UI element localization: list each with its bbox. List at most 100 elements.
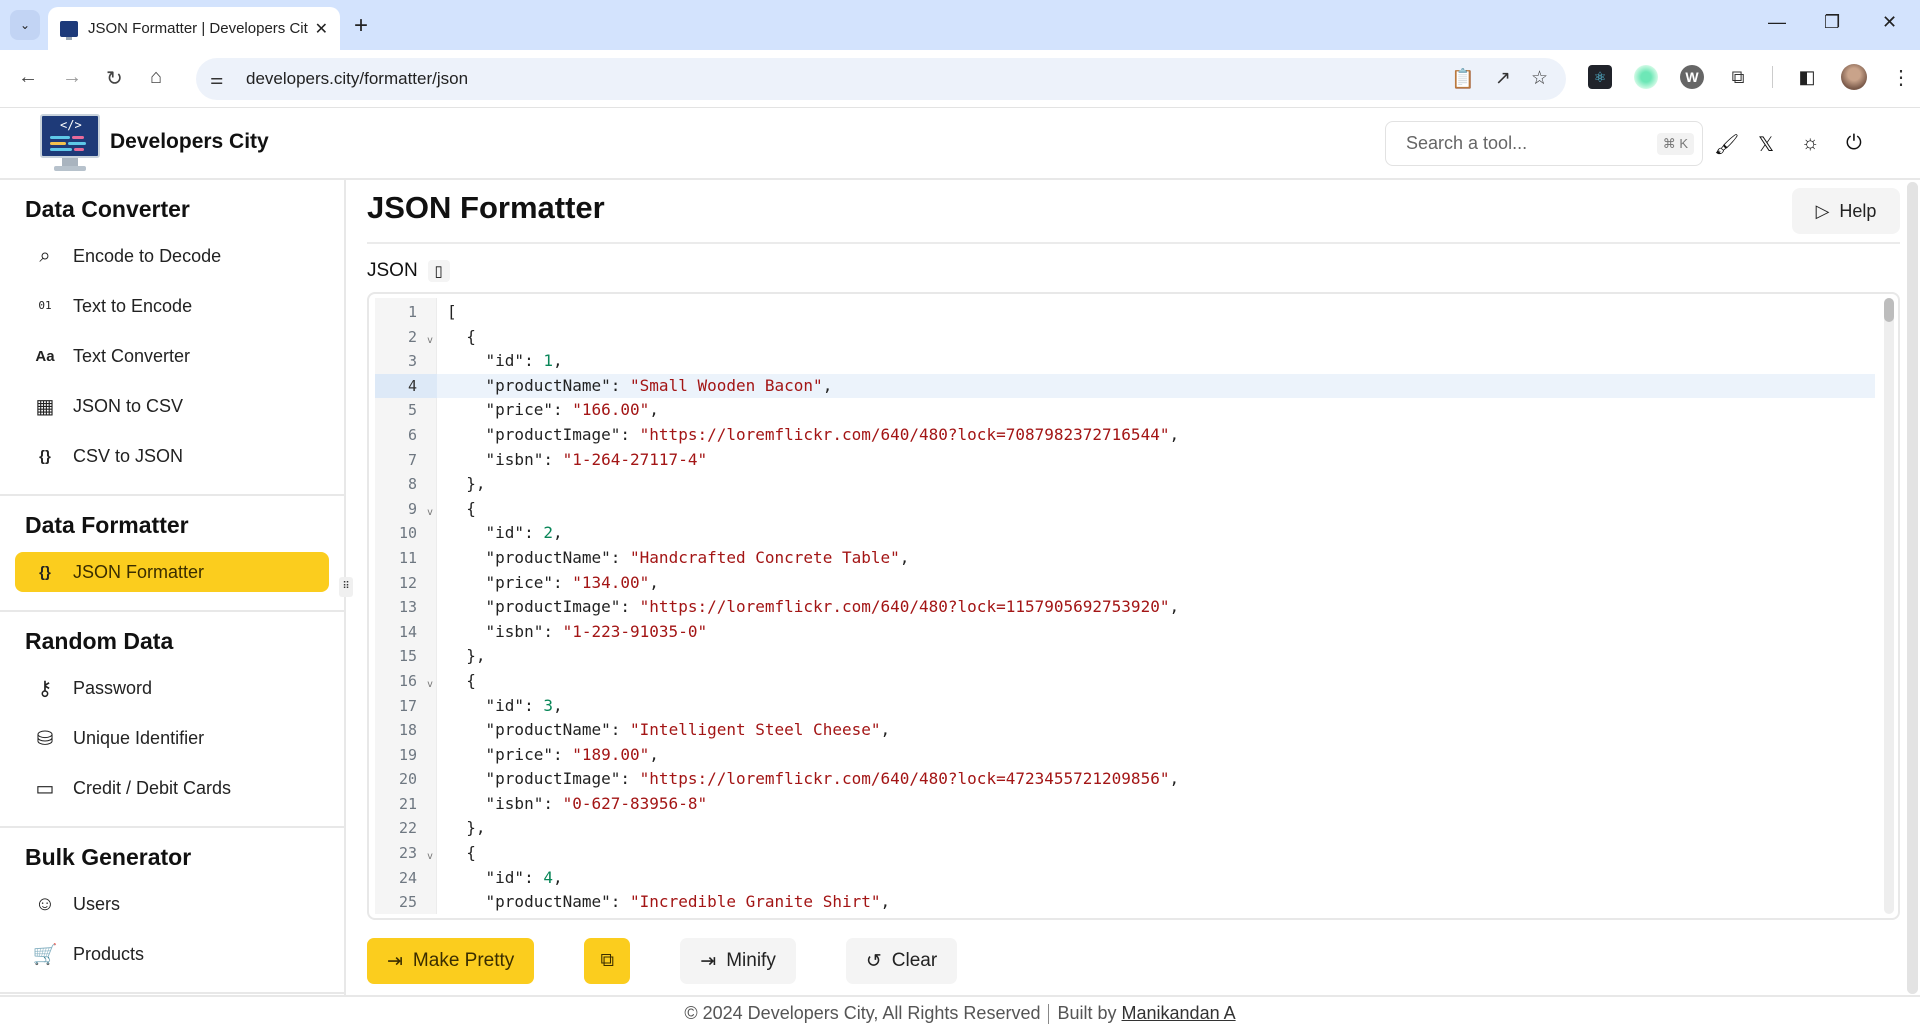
code-line[interactable]: 22 },	[375, 816, 1875, 841]
editor-scrollbar[interactable]	[1884, 298, 1894, 914]
bookmark-star-icon[interactable]: ☆	[1531, 67, 1548, 91]
page-scrollbar[interactable]	[1907, 182, 1918, 994]
json-editor[interactable]: 1[2 v {3 "id": 1, 4 "productName": "Small …	[367, 292, 1900, 920]
help-button[interactable]: ▷ Help	[1792, 188, 1900, 234]
page-scrollbar-thumb[interactable]	[1907, 182, 1918, 994]
sidebar-item-label: Products	[73, 943, 145, 964]
code-text: "id": 1,	[447, 351, 563, 371]
case-sensitive-icon: Aa	[35, 347, 55, 365]
sidebar-item-products[interactable]: 🛒 Products	[15, 934, 329, 974]
side-panel-icon[interactable]: ◧	[1795, 65, 1819, 89]
code-text: "productName": "Incredible Granite Shirt…	[447, 892, 891, 912]
extension-orb-icon[interactable]	[1634, 65, 1658, 89]
tool-search[interactable]: ⌘ K	[1385, 121, 1703, 166]
sidebar-item-csv-to-json[interactable]: {} CSV to JSON	[15, 436, 329, 476]
code-line[interactable]: 15 },	[375, 644, 1875, 669]
clipboard-icon[interactable]: ▯	[427, 260, 450, 282]
code-line[interactable]: 24 "id": 4,	[375, 866, 1875, 891]
restore-button[interactable]: ❐	[1824, 12, 1840, 33]
code-line[interactable]: 14 "isbn": "1-223-91035-0"	[375, 620, 1875, 645]
code-line[interactable]: 20 "productImage": "https://loremflickr.…	[375, 767, 1875, 792]
address-bar[interactable]: ⚌ developers.city/formatter/json 📋 ↗ ☆	[196, 58, 1566, 100]
sidebar-item-label: JSON Formatter	[73, 561, 205, 582]
code-line[interactable]: 13 "productImage": "https://loremflickr.…	[375, 595, 1875, 620]
new-tab-button[interactable]: +	[354, 12, 368, 40]
logo[interactable]: </>	[40, 114, 100, 174]
code-line[interactable]: 16 v {	[375, 669, 1875, 694]
code-line[interactable]: 12 "price": "134.00",	[375, 571, 1875, 596]
code-line[interactable]: 17 "id": 3,	[375, 694, 1875, 719]
code-line[interactable]: 4 "productName": "Small Wooden Bacon",	[375, 373, 1875, 399]
sidebar-item-credit-debit-cards[interactable]: ▭ Credit / Debit Cards	[15, 768, 329, 808]
profile-avatar[interactable]	[1841, 64, 1867, 90]
line-number: 16 v	[375, 669, 437, 694]
line-number: 15	[398, 647, 417, 666]
code-line[interactable]: 19 "price": "189.00",	[375, 743, 1875, 768]
code-text: "isbn": "1-264-27117-4"	[447, 449, 708, 469]
sidebar-item-unique-identifier[interactable]: ⛁ Unique Identifier	[15, 718, 329, 758]
code-line[interactable]: 2v {	[375, 325, 1875, 350]
sun-icon[interactable]: ☼	[1801, 132, 1819, 155]
code-line[interactable]: 25 "productName": "Incredible Granite Sh…	[375, 890, 1875, 915]
code-line[interactable]: 23 v {	[375, 841, 1875, 866]
author-link[interactable]: Manikandan A	[1122, 1003, 1236, 1023]
paintbrush-icon[interactable]: 🖌	[1714, 132, 1739, 157]
sidebar-item-text-converter[interactable]: Aa Text Converter	[15, 336, 329, 376]
code-line[interactable]: 8 },	[375, 472, 1875, 497]
code-line[interactable]: 5 "price": "166.00",	[375, 398, 1875, 423]
browser-menu-icon[interactable]: ⋮	[1889, 65, 1913, 89]
sidebar-item-json-formatter[interactable]: {} JSON Formatter	[15, 552, 329, 592]
url-text[interactable]: developers.city/formatter/json	[246, 69, 468, 89]
minify-button[interactable]: ⇥ Minify	[680, 938, 796, 984]
reload-icon[interactable]: ↻	[106, 66, 123, 91]
copy-button[interactable]: ⧉	[584, 938, 631, 984]
sidebar: Data Converter ⌕ Encode to Decode 01 Text to…	[0, 180, 346, 996]
code-line[interactable]: 7 "isbn": "1-264-27117-4"	[375, 448, 1875, 473]
clear-button[interactable]: ↺ Clear	[845, 938, 958, 984]
code-area[interactable]: 1[2 v {3 "id": 1, 4 "productName": "Small …	[375, 300, 1875, 915]
sidebar-item-text-to-encode[interactable]: 01 Text to Encode	[15, 286, 329, 326]
code-text: "price": "189.00",	[447, 744, 659, 764]
brand-name[interactable]: Developers City	[110, 130, 269, 154]
code-line[interactable]: 21 "isbn": "0-627-83956-8"	[375, 792, 1875, 817]
react-devtools-extension-icon[interactable]: ⚛	[1588, 65, 1612, 89]
code-line[interactable]: 10 "id": 2,	[375, 521, 1875, 546]
share-icon[interactable]: ↗	[1495, 67, 1511, 91]
browser-tab[interactable]: JSON Formatter | Developers City ✕	[48, 7, 340, 50]
power-icon[interactable]: ⏻	[1846, 132, 1862, 155]
back-icon[interactable]: ←	[18, 66, 38, 89]
line-number: 21	[398, 794, 417, 813]
close-window-button[interactable]: ✕	[1882, 12, 1897, 33]
code-line[interactable]: 9v {	[375, 497, 1875, 522]
clipboard-icon[interactable]: 📋	[1451, 67, 1475, 91]
editor-label: JSON ▯	[367, 260, 450, 282]
code-line[interactable]: 1[	[375, 300, 1875, 325]
sidebar-item-json-to-csv[interactable]: ▦ JSON to CSV	[15, 386, 329, 426]
footer-divider	[1048, 1004, 1050, 1025]
forward-icon[interactable]: →	[62, 66, 82, 89]
site-info-icon[interactable]: ⚌	[210, 70, 234, 88]
file-json-icon: {}	[39, 563, 51, 581]
minimize-button[interactable]: —	[1768, 12, 1786, 33]
x-twitter-icon[interactable]: 𝕏	[1758, 132, 1774, 157]
code-line[interactable]: 3 "id": 1,	[375, 349, 1875, 374]
extensions-puzzle-icon[interactable]: ⧉	[1726, 65, 1750, 89]
extension-w-icon[interactable]: W	[1680, 65, 1704, 89]
sidebar-item-password[interactable]: ⚷ Password	[15, 668, 329, 708]
sidebar-item-encode-to-decode[interactable]: ⌕ Encode to Decode	[15, 236, 329, 276]
make-pretty-button[interactable]: ⇥ Make Pretty	[367, 938, 535, 984]
tab-search-button[interactable]: ⌄	[10, 10, 40, 40]
sidebar-item-label: Unique Identifier	[73, 727, 205, 748]
table-icon: ▦	[35, 395, 55, 418]
code-text: "id": 3,	[447, 695, 563, 715]
code-line[interactable]: 18 "productName": "Intelligent Steel Che…	[375, 718, 1875, 743]
sidebar-item-users[interactable]: ☺ Users	[15, 884, 329, 924]
search-input[interactable]	[1406, 133, 1646, 154]
editor-scrollbar-thumb[interactable]	[1884, 298, 1894, 322]
code-line[interactable]: 6 "productImage": "https://loremflickr.c…	[375, 423, 1875, 448]
built-by-text: Built by	[1057, 1003, 1117, 1023]
close-tab-icon[interactable]: ✕	[315, 19, 328, 39]
code-text: {	[447, 843, 476, 863]
home-icon[interactable]: ⌂	[150, 66, 162, 89]
code-line[interactable]: 11 "productName": "Handcrafted Concrete …	[375, 546, 1875, 571]
